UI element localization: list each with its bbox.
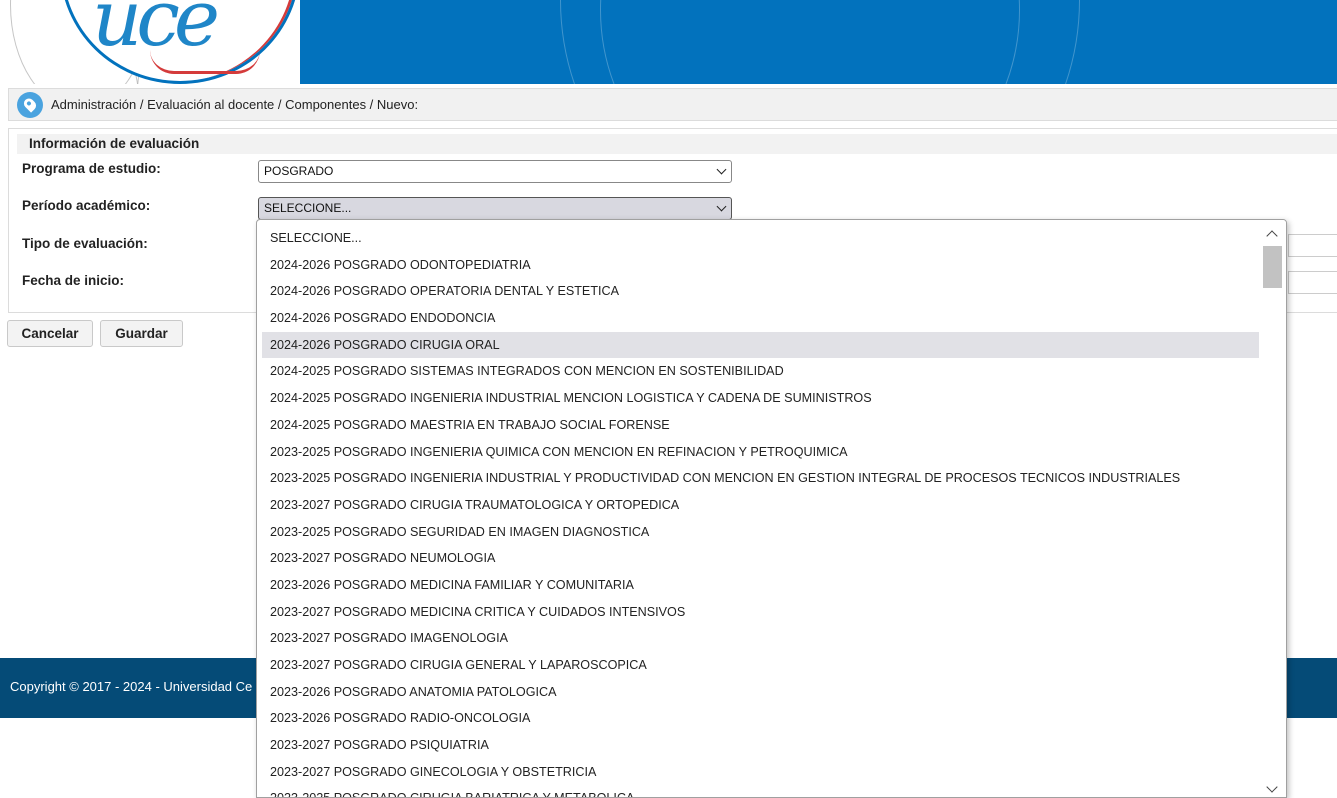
dropdown-option[interactable]: 2023-2026 POSGRADO RADIO-ONCOLOGIA xyxy=(262,705,1260,732)
program-label: Programa de estudio: xyxy=(22,161,161,176)
period-select[interactable]: SELECCIONE... xyxy=(258,197,732,220)
chevron-down-icon xyxy=(716,201,727,212)
eval-type-label: Tipo de evaluación: xyxy=(22,236,148,251)
save-button[interactable]: Guardar xyxy=(100,320,183,347)
dropdown-option[interactable]: 2024-2025 POSGRADO MAESTRIA EN TRABAJO S… xyxy=(262,412,1260,439)
dropdown-option[interactable]: 2023-2027 POSGRADO NEUMOLOGIA xyxy=(262,545,1260,572)
dropdown-option[interactable]: 2023-2025 POSGRADO INGENIERIA QUIMICA CO… xyxy=(262,439,1260,466)
chevron-down-icon xyxy=(716,164,727,175)
period-dropdown-list[interactable]: SELECCIONE... 2024-2026 POSGRADO ODONTOPE… xyxy=(256,219,1287,798)
breadcrumb-text: Administración / Evaluación al docente /… xyxy=(51,97,419,112)
section-title: Información de evaluación xyxy=(17,134,1337,154)
dropdown-option[interactable]: 2024-2026 POSGRADO CIRUGIA ORAL xyxy=(262,331,1260,359)
dropdown-option[interactable]: 2023-2026 POSGRADO MEDICINA FAMILIAR Y C… xyxy=(262,572,1260,599)
scroll-down-arrow-icon[interactable] xyxy=(1266,781,1278,793)
dropdown-option[interactable]: 2023-2027 POSGRADO GINECOLOGIA Y OBSTETR… xyxy=(262,759,1260,786)
dropdown-option[interactable]: 2023-2026 POSGRADO ANATOMIA PATOLOGICA xyxy=(262,679,1260,706)
dropdown-option[interactable]: 2023-2027 POSGRADO PSIQUIATRIA xyxy=(262,732,1260,759)
copyright-text: Copyright © 2017 - 2024 - Universidad Ce xyxy=(10,679,253,694)
dropdown-option[interactable]: 2024-2026 POSGRADO OPERATORIA DENTAL Y E… xyxy=(262,278,1260,305)
logo-swoosh xyxy=(150,50,260,74)
start-date-label: Fecha de inicio: xyxy=(22,273,125,288)
dropdown-option[interactable]: 2023-2025 POSGRADO CIRUGIA BARIATRICA Y … xyxy=(262,785,1260,797)
location-pin-icon xyxy=(17,91,43,118)
dropdown-option[interactable]: 2023-2025 POSGRADO SEGURIDAD EN IMAGEN D… xyxy=(262,519,1260,546)
period-label: Período académico: xyxy=(22,198,151,213)
scrollbar-thumb[interactable] xyxy=(1263,246,1282,288)
breadcrumb: Administración / Evaluación al docente /… xyxy=(8,88,1337,121)
dropdown-option[interactable]: 2023-2025 POSGRADO INGENIERIA INDUSTRIAL… xyxy=(262,465,1260,492)
dropdown-option[interactable]: 2024-2025 POSGRADO INGENIERIA INDUSTRIAL… xyxy=(262,385,1260,412)
dropdown-option[interactable]: 2024-2025 POSGRADO SISTEMAS INTEGRADOS C… xyxy=(262,358,1260,385)
dropdown-option[interactable]: 2023-2027 POSGRADO CIRUGIA TRAUMATOLOGIC… xyxy=(262,492,1260,519)
eval-type-select[interactable] xyxy=(1288,234,1337,257)
scroll-up-arrow-icon[interactable] xyxy=(1266,230,1278,242)
program-select-value: POSGRADO xyxy=(264,164,334,178)
dropdown-scrollbar[interactable] xyxy=(1259,220,1286,797)
start-date-input[interactable] xyxy=(1288,271,1337,294)
dropdown-option[interactable]: 2023-2027 POSGRADO MEDICINA CRITICA Y CU… xyxy=(262,599,1260,626)
dropdown-options: SELECCIONE... 2024-2026 POSGRADO ODONTOPE… xyxy=(262,225,1260,797)
dropdown-option[interactable]: 2024-2026 POSGRADO ODONTOPEDIATRIA xyxy=(262,252,1260,279)
dropdown-option[interactable]: 2023-2027 POSGRADO CIRUGIA GENERAL Y LAP… xyxy=(262,652,1260,679)
dropdown-option[interactable]: SELECCIONE... xyxy=(262,225,1260,252)
dropdown-option[interactable]: 2024-2026 POSGRADO ENDODONCIA xyxy=(262,305,1260,332)
period-select-value: SELECCIONE... xyxy=(264,201,352,215)
logo-area: uce xyxy=(0,0,300,84)
cancel-button[interactable]: Cancelar xyxy=(7,320,93,347)
page-header: uce xyxy=(0,0,1337,84)
program-select[interactable]: POSGRADO xyxy=(258,160,732,183)
dropdown-option[interactable]: 2023-2027 POSGRADO IMAGENOLOGIA xyxy=(262,625,1260,652)
